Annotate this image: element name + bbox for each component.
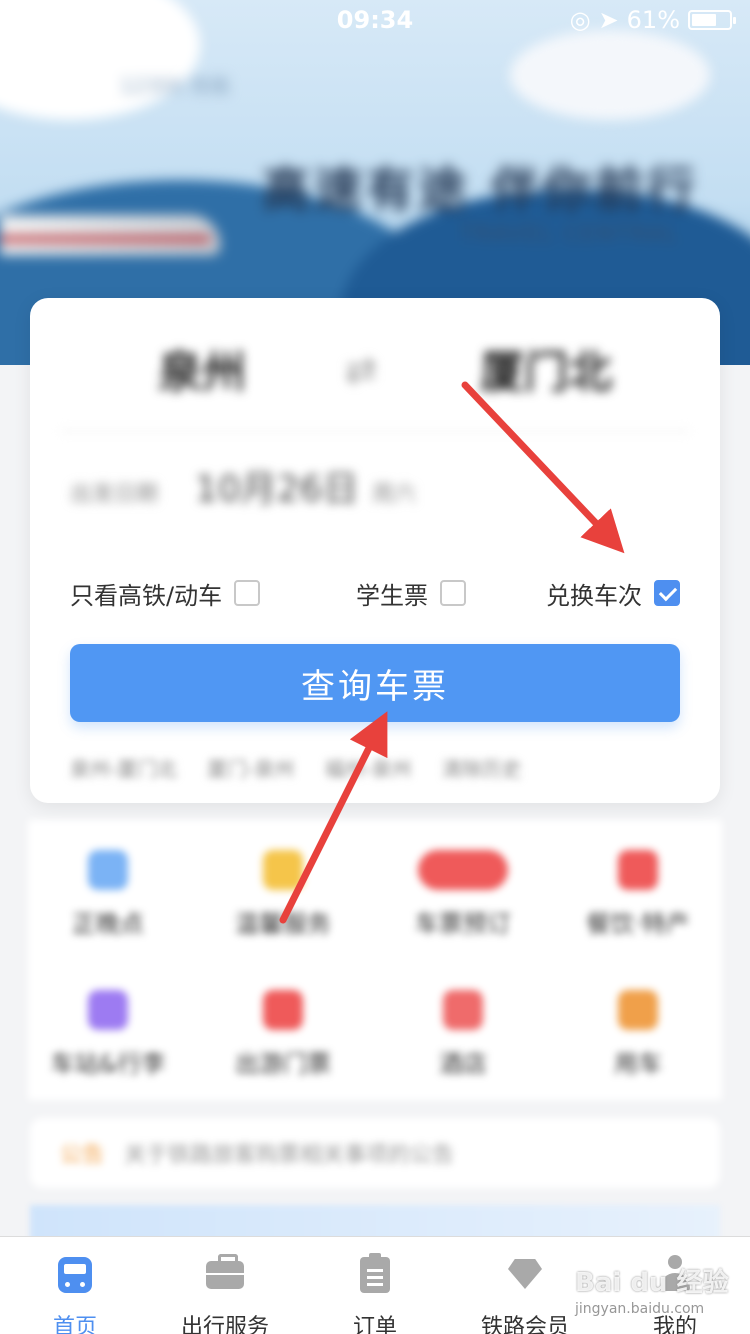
status-right: ◎ ➤ 61% <box>569 6 736 34</box>
service-icon <box>263 850 303 890</box>
service-item[interactable]: 出游门票 <box>203 990 363 1079</box>
high-speed-checkbox[interactable] <box>234 580 261 606</box>
history-item[interactable]: 泉州-厦门北 <box>70 753 177 783</box>
battery-icon <box>688 10 736 30</box>
diamond-icon <box>500 1253 550 1303</box>
exchange-train-checkbox[interactable] <box>654 580 680 606</box>
service-label: 用车 <box>614 1050 662 1078</box>
status-bar: 中国移动 ◠ 09:34 ◎ ➤ 61% <box>0 0 750 41</box>
banner-slogan: 高速有途 伴你前行 <box>262 162 699 218</box>
service-icon <box>418 850 508 890</box>
service-label: 车站&行李 <box>50 1050 166 1078</box>
date-label: 出发日期 <box>70 482 159 507</box>
train-icon <box>50 1253 100 1303</box>
departure-date[interactable]: 10月26日 <box>195 460 359 512</box>
service-item[interactable]: 温馨服务 <box>203 850 363 939</box>
service-item[interactable]: 餐饮·特产 <box>558 850 718 939</box>
service-label: 出游门票 <box>235 1050 331 1078</box>
service-label: 温馨服务 <box>235 910 331 938</box>
to-station[interactable]: 厦门北 <box>480 336 612 400</box>
swap-stations-icon[interactable]: ⇄ <box>345 348 377 392</box>
tab-orders[interactable]: 订单 <box>300 1237 450 1334</box>
route-selector: 泉州 ⇄ 厦门北 出发日期 10月26日 周六 <box>30 298 720 543</box>
notice-message: 关于铁路旅客购票相关事项的公告 <box>124 1143 455 1168</box>
train-graphic <box>0 215 220 255</box>
banner-logo: 12306 铁路 <box>120 74 230 98</box>
services-grid: 正晚点 温馨服务 车票预订 餐饮·特产 车站&行李 出游门票 酒店 用车 <box>28 820 722 1100</box>
filter-label: 兑换车次 <box>546 581 642 610</box>
tab-label: 出行服务 <box>180 1315 269 1334</box>
from-station[interactable]: 泉州 <box>158 336 246 400</box>
divider <box>60 430 690 432</box>
cloud-graphic <box>510 30 710 120</box>
history-item[interactable]: 厦门-泉州 <box>207 753 294 783</box>
service-item[interactable]: 车站&行李 <box>28 990 188 1079</box>
history-item[interactable]: 福州-泉州 <box>324 753 411 783</box>
ticket-search-card: 泉州 ⇄ 厦门北 出发日期 10月26日 周六 只看高铁/动车 学生票 兑换车次… <box>30 298 720 803</box>
location-icon: ➤ <box>598 6 619 34</box>
service-label: 酒店 <box>439 1050 487 1078</box>
clear-history-link[interactable]: 清除历史 <box>442 753 522 783</box>
watermark-brand: Bai du 经验 <box>575 1268 729 1298</box>
lock-rotation-icon: ◎ <box>569 6 591 34</box>
service-icon <box>618 990 658 1030</box>
service-icon <box>443 990 483 1030</box>
service-label: 正晚点 <box>72 910 144 938</box>
filter-exchange-train[interactable]: 兑换车次 <box>546 573 680 613</box>
search-history: 泉州-厦门北 厦门-泉州 福州-泉州 清除历史 <box>70 753 680 783</box>
student-checkbox[interactable] <box>440 580 466 606</box>
tab-label: 首页 <box>52 1315 97 1334</box>
filter-high-speed[interactable]: 只看高铁/动车 <box>70 573 261 613</box>
service-icon <box>88 850 128 890</box>
clipboard-icon <box>350 1253 400 1303</box>
weekday: 周六 <box>372 482 417 507</box>
battery-percent: 61% <box>626 6 680 34</box>
notice-bar[interactable]: 公告 关于铁路旅客购票相关事项的公告 <box>30 1118 720 1188</box>
service-item[interactable]: 正晚点 <box>28 850 188 939</box>
filter-options: 只看高铁/动车 学生票 兑换车次 <box>30 573 720 613</box>
filter-student[interactable]: 学生票 <box>356 573 466 613</box>
service-label: 餐饮·特产 <box>586 910 690 938</box>
service-icon <box>263 990 303 1030</box>
service-label: 车票预订 <box>415 910 511 938</box>
service-icon <box>88 990 128 1030</box>
filter-label: 只看高铁/动车 <box>70 581 223 610</box>
train-stripe <box>0 236 210 242</box>
watermark-url: jingyan.baidu.com <box>575 1301 705 1317</box>
banner-slogan-sub: TRAVEL CENTRAL <box>460 222 679 247</box>
briefcase-icon <box>200 1253 250 1303</box>
query-tickets-button[interactable]: 查询车票 <box>70 644 680 722</box>
notice-tag: 公告 <box>60 1143 105 1168</box>
service-item[interactable]: 用车 <box>558 990 718 1079</box>
service-icon <box>618 850 658 890</box>
service-item[interactable]: 酒店 <box>383 990 543 1079</box>
tab-travel-services[interactable]: 出行服务 <box>150 1237 300 1334</box>
filter-label: 学生票 <box>356 581 428 610</box>
tab-label: 订单 <box>352 1315 397 1334</box>
baidu-watermark: Bai du 经验 jingyan.baidu.com <box>575 1262 729 1317</box>
service-item[interactable]: 车票预订 <box>383 850 543 939</box>
tab-home[interactable]: 首页 <box>0 1237 150 1334</box>
